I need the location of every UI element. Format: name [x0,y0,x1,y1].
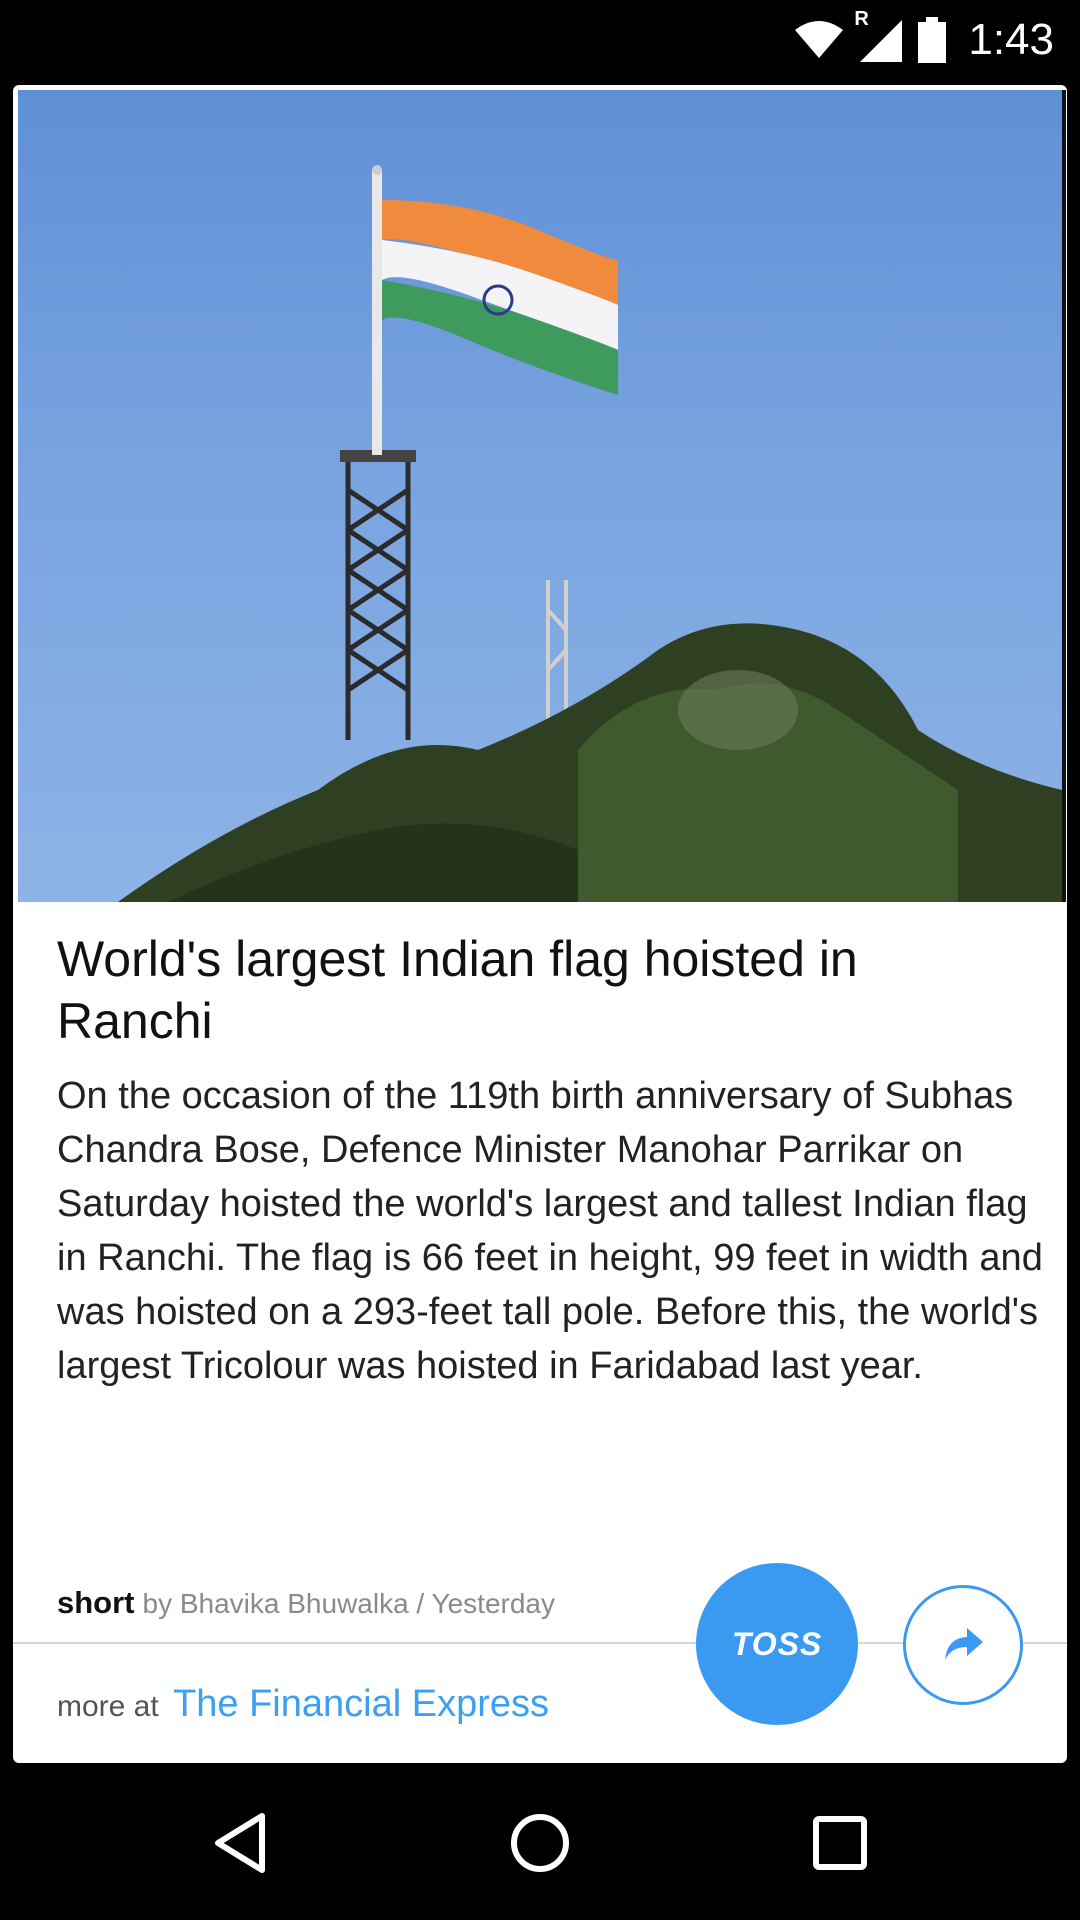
status-bar: R 1:43 [0,0,1080,80]
share-button[interactable] [903,1585,1023,1705]
share-icon [945,1628,983,1660]
article-image [18,90,1066,902]
home-button[interactable] [500,1803,580,1883]
article-title: World's largest Indian flag hoisted in R… [57,931,858,1049]
back-button[interactable] [200,1803,280,1883]
navigation-bar [0,1763,1080,1920]
home-icon [511,1814,569,1872]
clock: 1:43 [968,15,1054,64]
status-icons: R 1:43 [794,8,1054,68]
signal-icon: R [854,8,904,62]
more-at: more at The Financial Express [57,1683,549,1726]
recents-button[interactable] [800,1803,880,1883]
roaming-label: R [854,8,869,30]
battery-icon [918,17,947,63]
recents-icon [813,1816,867,1870]
source-link[interactable]: The Financial Express [173,1683,549,1725]
byline: short by Bhavika Bhuwalka / Yesterday [57,1585,555,1621]
toss-button[interactable]: TOSS [696,1563,858,1725]
brand-label: short [57,1585,135,1620]
article-card[interactable]: World's largest Indian flag hoisted in R… [13,85,1067,1763]
back-icon [215,1813,265,1873]
more-at-label: more at [57,1690,159,1723]
flag-photo [118,165,1062,902]
wifi-icon [794,20,844,60]
author-date: by Bhavika Bhuwalka / Yesterday [142,1588,555,1619]
article-body: On the occasion of the 119th birth anniv… [57,1075,1043,1387]
